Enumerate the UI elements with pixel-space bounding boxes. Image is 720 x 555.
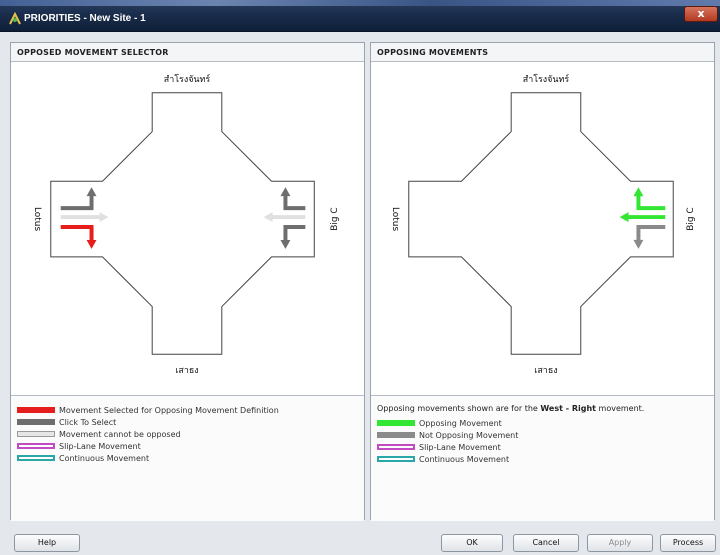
info-prefix: Opposing movements shown are for the bbox=[377, 404, 541, 413]
info-suffix: movement. bbox=[595, 404, 645, 413]
cancel-button[interactable]: Cancel bbox=[513, 534, 579, 552]
legend-label: Opposing Movement bbox=[419, 418, 502, 428]
dialog-body: OPPOSED MOVEMENT SELECTOR สำโรงจันทร์ เส… bbox=[0, 32, 720, 555]
legend-label: Slip-Lane Movement bbox=[419, 442, 501, 452]
street-label-south: เสาธง bbox=[534, 366, 557, 376]
legend-item: Not Opposing Movement bbox=[377, 429, 714, 441]
ok-button[interactable]: OK bbox=[441, 534, 503, 552]
intersection-shape bbox=[408, 92, 674, 355]
legend-swatch bbox=[17, 455, 55, 461]
process-button[interactable]: Process bbox=[660, 534, 716, 552]
title-bar-strip bbox=[0, 0, 720, 6]
legend-item: Movement Selected for Opposing Movement … bbox=[17, 404, 364, 416]
street-label-north: สำโรงจันทร์ bbox=[164, 73, 211, 85]
legend-label: Continuous Movement bbox=[419, 454, 510, 464]
legend-item: Opposing Movement bbox=[377, 417, 714, 429]
legend-label: Slip-Lane Movement bbox=[59, 441, 141, 451]
panel-title: OPPOSED MOVEMENT SELECTOR bbox=[11, 43, 364, 62]
street-label-east: Big C bbox=[330, 207, 340, 230]
help-button[interactable]: Help bbox=[14, 534, 80, 552]
legend-swatch bbox=[377, 444, 415, 450]
legend: Opposing movements shown are for the Wes… bbox=[371, 395, 714, 521]
opposed-movement-selector-panel: OPPOSED MOVEMENT SELECTOR สำโรงจันทร์ เส… bbox=[10, 42, 365, 521]
intersection-diagram: สำโรงจันทร์ เสาธง Lotus Big C bbox=[32, 73, 340, 376]
legend-label: Continuous Movement bbox=[59, 453, 150, 463]
street-label-north: สำโรงจันทร์ bbox=[523, 73, 570, 85]
street-label-south: เสาธง bbox=[175, 366, 198, 376]
opposing-movements-panel: OPPOSING MOVEMENTS สำโรงจันทร์ เสาธง Lot… bbox=[370, 42, 715, 521]
close-button[interactable]: x bbox=[684, 6, 718, 22]
legend-item: Continuous Movement bbox=[377, 453, 714, 465]
legend-swatch bbox=[377, 420, 415, 426]
legend: Movement Selected for Opposing Movement … bbox=[11, 395, 364, 521]
legend-item: Click To Select bbox=[17, 416, 364, 428]
legend-item: Movement cannot be opposed bbox=[17, 428, 364, 440]
opposing-info-text: Opposing movements shown are for the Wes… bbox=[377, 404, 714, 413]
legend-item: Continuous Movement bbox=[17, 452, 364, 464]
title-bar: PRIORITIES - New Site - 1 x bbox=[0, 0, 720, 32]
legend-label: Movement cannot be opposed bbox=[59, 429, 181, 439]
legend-item: Slip-Lane Movement bbox=[17, 440, 364, 452]
legend-swatch bbox=[17, 419, 55, 425]
legend-label: Not Opposing Movement bbox=[419, 430, 519, 440]
app-icon bbox=[9, 12, 21, 25]
legend-swatch bbox=[377, 432, 415, 438]
intersection-diagram: สำโรงจันทร์ เสาธง Lotus Big C bbox=[390, 73, 696, 376]
panel-title: OPPOSING MOVEMENTS bbox=[371, 43, 714, 62]
info-movement: West - Right bbox=[540, 404, 596, 413]
street-label-east: Big C bbox=[686, 207, 696, 230]
legend-swatch bbox=[17, 443, 55, 449]
legend-item: Slip-Lane Movement bbox=[377, 441, 714, 453]
window-title: PRIORITIES - New Site - 1 bbox=[24, 13, 146, 24]
intersection-shape bbox=[50, 92, 315, 355]
legend-swatch bbox=[377, 456, 415, 462]
legend-label: Click To Select bbox=[59, 417, 117, 427]
street-label-west: Lotus bbox=[32, 207, 42, 231]
legend-label: Movement Selected for Opposing Movement … bbox=[59, 405, 279, 415]
legend-swatch bbox=[17, 407, 55, 413]
legend-swatch bbox=[17, 431, 55, 437]
street-label-west: Lotus bbox=[390, 207, 400, 231]
apply-button[interactable]: Apply bbox=[587, 534, 653, 552]
button-bar: Help OK Cancel Apply Process bbox=[0, 528, 720, 555]
